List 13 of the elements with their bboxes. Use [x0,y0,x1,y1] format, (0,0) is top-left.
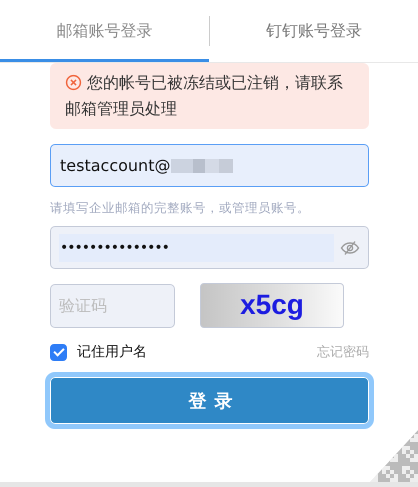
email-field[interactable]: testaccount@ [50,144,369,187]
login-button[interactable]: 登录 [45,372,374,429]
captcha-image[interactable]: x5cg [200,283,344,328]
hidden-eye-icon[interactable] [340,240,360,256]
checkbox-label[interactable]: 记住用户名 [77,343,147,361]
tab[interactable]: 钉钉账号登录 [210,0,418,62]
password-field[interactable]: ••••••••••••••• [50,226,369,269]
hint-text: 请填写企业邮箱的完整账号，或管理员账号。 [50,200,311,217]
qr-code-icon[interactable] [370,430,418,482]
checkbox[interactable] [50,344,67,360]
error-message: 您的帐号已被冻结或已注销，请联系邮箱管理员处理 [50,63,369,129]
captcha-field[interactable]: 验证码 [50,284,175,328]
error-icon [65,74,82,91]
